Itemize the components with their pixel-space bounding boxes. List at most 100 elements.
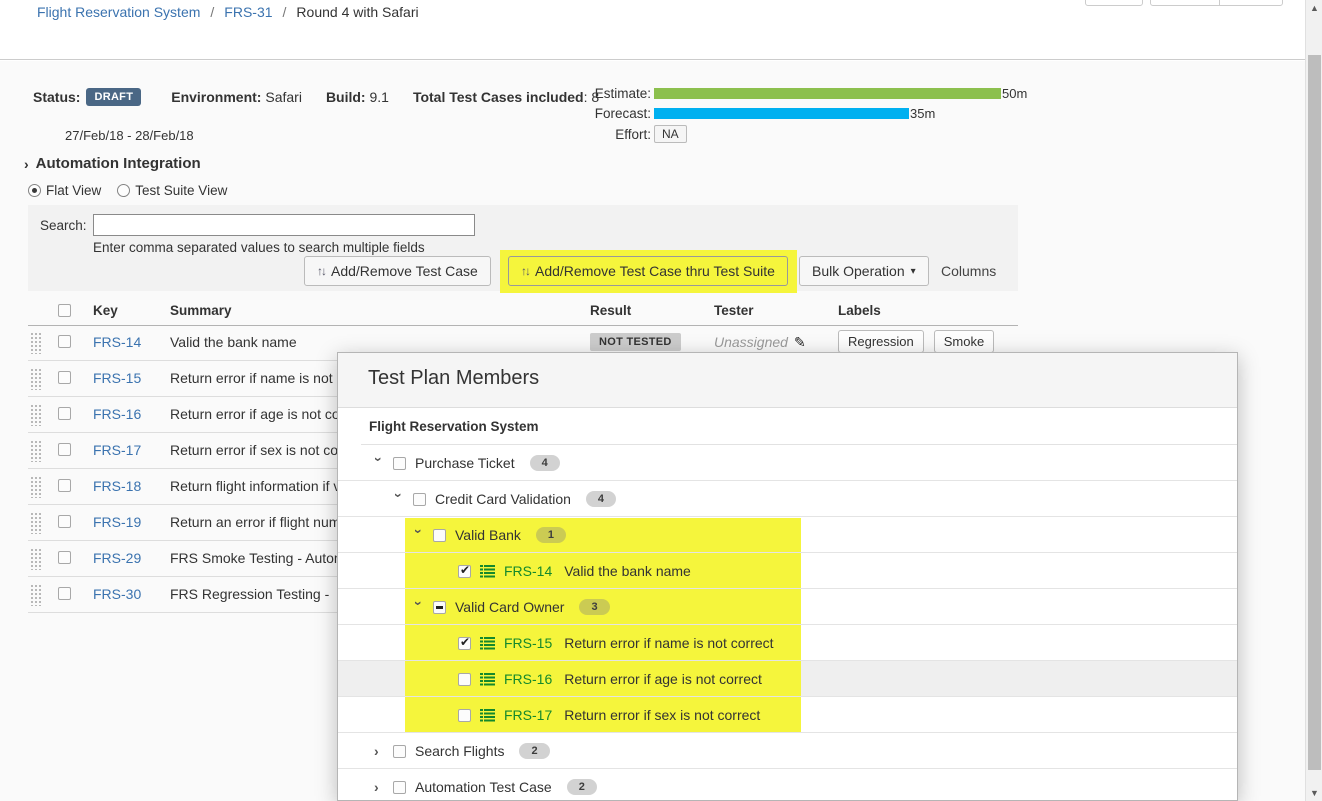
tree-folder-label[interactable]: Automation Test Case (415, 779, 552, 795)
drag-handle-icon[interactable] (30, 368, 41, 390)
bulk-operation-button[interactable]: Bulk Operation ▾ (799, 256, 929, 286)
tree-checkbox-checked[interactable] (458, 637, 471, 650)
tree-issue-summary: Return error if age is not correct (564, 671, 762, 687)
tree-checkbox-checked[interactable] (458, 565, 471, 578)
section-title: Automation Integration (36, 155, 201, 172)
add-remove-test-case-button[interactable]: ↑↓ Add/Remove Test Case (304, 256, 491, 286)
radio-unselected-icon[interactable] (117, 184, 130, 197)
result-badge[interactable]: NOT TESTED (590, 333, 681, 351)
add-remove-thru-suite-button[interactable]: ↑↓ Add/Remove Test Case thru Test Suite (508, 256, 788, 286)
tree-issue-summary: Return error if sex is not correct (564, 707, 760, 723)
tree-issue-key[interactable]: FRS-16 (504, 671, 552, 687)
drag-handle-icon[interactable] (30, 476, 41, 498)
radio-selected-icon[interactable] (28, 184, 41, 197)
count-badge: 2 (519, 743, 549, 759)
issue-key-link[interactable]: FRS-29 (93, 550, 141, 566)
chevron-down-icon[interactable]: › (411, 529, 427, 539)
breadcrumb-project-link[interactable]: Flight Reservation System (37, 4, 200, 20)
flat-view-option[interactable]: Flat View (28, 183, 101, 198)
add-remove-suite-label: Add/Remove Test Case thru Test Suite (535, 263, 775, 279)
row-summary: Return flight information if valid (170, 478, 362, 494)
caret-down-icon: ▾ (911, 266, 916, 277)
row-checkbox[interactable] (58, 515, 71, 528)
row-checkbox[interactable] (58, 443, 71, 456)
tester-value[interactable]: Unassigned✎ (714, 334, 806, 351)
top-partial-split-button[interactable] (1150, 0, 1283, 6)
scrollbar-thumb[interactable] (1308, 55, 1321, 770)
tree-issue-key[interactable]: FRS-15 (504, 635, 552, 651)
row-checkbox[interactable] (58, 479, 71, 492)
issue-key-link[interactable]: FRS-19 (93, 514, 141, 530)
drag-handle-icon[interactable] (30, 548, 41, 570)
drag-handle-icon[interactable] (30, 404, 41, 426)
row-checkbox[interactable] (58, 551, 71, 564)
tree-issue-key[interactable]: FRS-17 (504, 707, 552, 723)
status-label: Status: (33, 89, 80, 105)
column-summary[interactable]: Summary (170, 303, 232, 318)
issue-key-link[interactable]: FRS-16 (93, 406, 141, 422)
tree-checkbox[interactable] (393, 781, 406, 794)
row-checkbox[interactable] (58, 587, 71, 600)
tree-folder-label[interactable]: Search Flights (415, 743, 504, 759)
chevron-down-icon[interactable]: › (391, 493, 407, 503)
forecast-bar (654, 108, 909, 119)
tree-checkbox[interactable] (413, 493, 426, 506)
estimate-label: Estimate: (571, 86, 651, 101)
issue-key-link[interactable]: FRS-17 (93, 442, 141, 458)
date-range: 27/Feb/18 - 28/Feb/18 (65, 128, 194, 143)
search-hint: Enter comma separated values to search m… (93, 240, 425, 255)
forecast-label: Forecast: (571, 106, 651, 121)
row-summary: FRS Regression Testing - (170, 586, 329, 602)
top-partial-button[interactable] (1085, 0, 1143, 6)
top-bar: Flight Reservation System / FRS-31 / Rou… (0, 0, 1305, 60)
drag-handle-icon[interactable] (30, 440, 41, 462)
row-checkbox[interactable] (58, 335, 71, 348)
vertical-scrollbar[interactable]: ▲ ▼ (1305, 0, 1322, 801)
environment-value: Safari (265, 89, 302, 105)
drag-handle-icon[interactable] (30, 512, 41, 534)
row-checkbox[interactable] (58, 407, 71, 420)
select-all-checkbox[interactable] (58, 304, 71, 317)
tree-issue-key[interactable]: FRS-14 (504, 563, 552, 579)
tree-checkbox[interactable] (458, 673, 471, 686)
chevron-right-icon[interactable]: › (374, 779, 384, 795)
split-divider (1219, 0, 1220, 5)
flat-view-label: Flat View (46, 183, 101, 198)
drag-handle-icon[interactable] (30, 584, 41, 606)
highlight-region: ↑↓ Add/Remove Test Case thru Test Suite (500, 250, 797, 293)
tree-checkbox[interactable] (393, 745, 406, 758)
chevron-down-icon[interactable]: › (371, 457, 387, 467)
column-tester[interactable]: Tester (714, 303, 754, 318)
issue-key-link[interactable]: FRS-14 (93, 334, 141, 350)
tree-checkbox[interactable] (433, 529, 446, 542)
columns-button[interactable]: Columns (941, 263, 996, 279)
column-key[interactable]: Key (93, 303, 118, 318)
tree-checkbox-indeterminate[interactable] (433, 601, 446, 614)
column-labels[interactable]: Labels (838, 303, 881, 318)
chevron-down-icon[interactable]: › (411, 601, 427, 611)
issue-key-link[interactable]: FRS-15 (93, 370, 141, 386)
tree-folder-label[interactable]: Credit Card Validation (435, 491, 571, 507)
issue-key-link[interactable]: FRS-18 (93, 478, 141, 494)
search-input[interactable] (93, 214, 475, 236)
search-label: Search: (40, 218, 87, 233)
issue-key-link[interactable]: FRS-30 (93, 586, 141, 602)
scroll-up-icon[interactable]: ▲ (1306, 0, 1322, 16)
tree-checkbox[interactable] (393, 457, 406, 470)
breadcrumb-current: Round 4 with Safari (296, 4, 418, 20)
chevron-right-icon[interactable]: › (374, 743, 384, 759)
tree-folder-label[interactable]: Valid Card Owner (455, 599, 564, 615)
breadcrumb-issue-link[interactable]: FRS-31 (224, 4, 272, 20)
pencil-edit-icon[interactable]: ✎ (794, 334, 806, 350)
table-header: Key Summary Result Tester Labels (28, 296, 1018, 326)
scroll-down-icon[interactable]: ▼ (1306, 785, 1322, 801)
automation-integration-section[interactable]: › Automation Integration (24, 155, 201, 172)
row-checkbox[interactable] (58, 371, 71, 384)
tree-folder-label[interactable]: Valid Bank (455, 527, 521, 543)
drag-handle-icon[interactable] (30, 332, 41, 354)
row-summary: FRS Smoke Testing - Autom (170, 550, 346, 566)
column-result[interactable]: Result (590, 303, 631, 318)
test-suite-view-option[interactable]: Test Suite View (117, 183, 227, 198)
tree-folder-label[interactable]: Purchase Ticket (415, 455, 515, 471)
tree-checkbox[interactable] (458, 709, 471, 722)
